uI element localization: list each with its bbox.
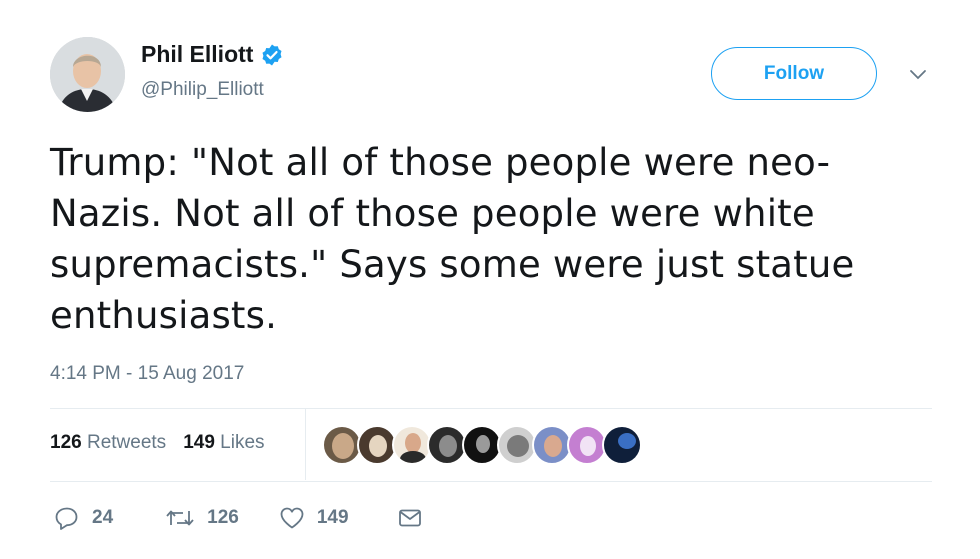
- liker-avatar-1[interactable]: [322, 425, 362, 465]
- liker-avatar-8[interactable]: [567, 425, 607, 465]
- liker-avatar-7[interactable]: [532, 425, 572, 465]
- tweet-actions: 24 126 149: [50, 505, 423, 531]
- like-icon: [279, 505, 305, 531]
- retweets-count: 126: [50, 432, 82, 453]
- liker-avatar-9[interactable]: [602, 425, 642, 465]
- reply-icon: [54, 505, 80, 531]
- liker-avatar-5[interactable]: [462, 425, 502, 465]
- like-count: 149: [316, 507, 349, 528]
- retweet-icon: [165, 505, 195, 531]
- likers-avatar-list: [322, 425, 642, 465]
- liker-avatar-6[interactable]: [497, 425, 537, 465]
- chevron-down-icon[interactable]: [907, 64, 929, 86]
- liker-avatar-2[interactable]: [357, 425, 397, 465]
- divider-top: [50, 408, 932, 409]
- retweet-count: 126: [207, 507, 239, 528]
- tweet-timestamp[interactable]: 4:14 PM - 15 Aug 2017: [50, 363, 244, 385]
- retweets-stat[interactable]: 126 Retweets: [50, 432, 166, 454]
- likes-count: 149: [183, 432, 215, 453]
- likes-stat[interactable]: 149 Likes: [183, 432, 264, 454]
- liker-avatar-3[interactable]: [392, 425, 432, 465]
- author-handle[interactable]: @Philip_Elliott: [141, 79, 264, 101]
- direct-message-icon: [397, 505, 423, 531]
- tweet-text: Trump: "Not all of those people were neo…: [50, 141, 855, 337]
- divider-bottom: [50, 481, 932, 482]
- reply-count: 24: [92, 507, 114, 528]
- liker-avatar-4[interactable]: [427, 425, 467, 465]
- like-button[interactable]: 149: [279, 505, 349, 531]
- author-display-name[interactable]: Phil Elliott: [141, 41, 284, 68]
- display-name-text[interactable]: Phil Elliott: [141, 41, 253, 68]
- tweet-stats: 126 Retweets 149 Likes: [50, 432, 265, 454]
- retweet-button[interactable]: 126: [165, 505, 239, 531]
- stats-divider: [305, 409, 306, 480]
- likes-label: Likes: [220, 432, 265, 453]
- follow-button[interactable]: Follow: [711, 47, 877, 100]
- author-avatar[interactable]: [50, 37, 125, 112]
- retweets-label: Retweets: [86, 432, 167, 453]
- direct-message-button[interactable]: [397, 505, 423, 531]
- verified-badge-icon: [260, 43, 284, 67]
- reply-button[interactable]: 24: [54, 505, 113, 531]
